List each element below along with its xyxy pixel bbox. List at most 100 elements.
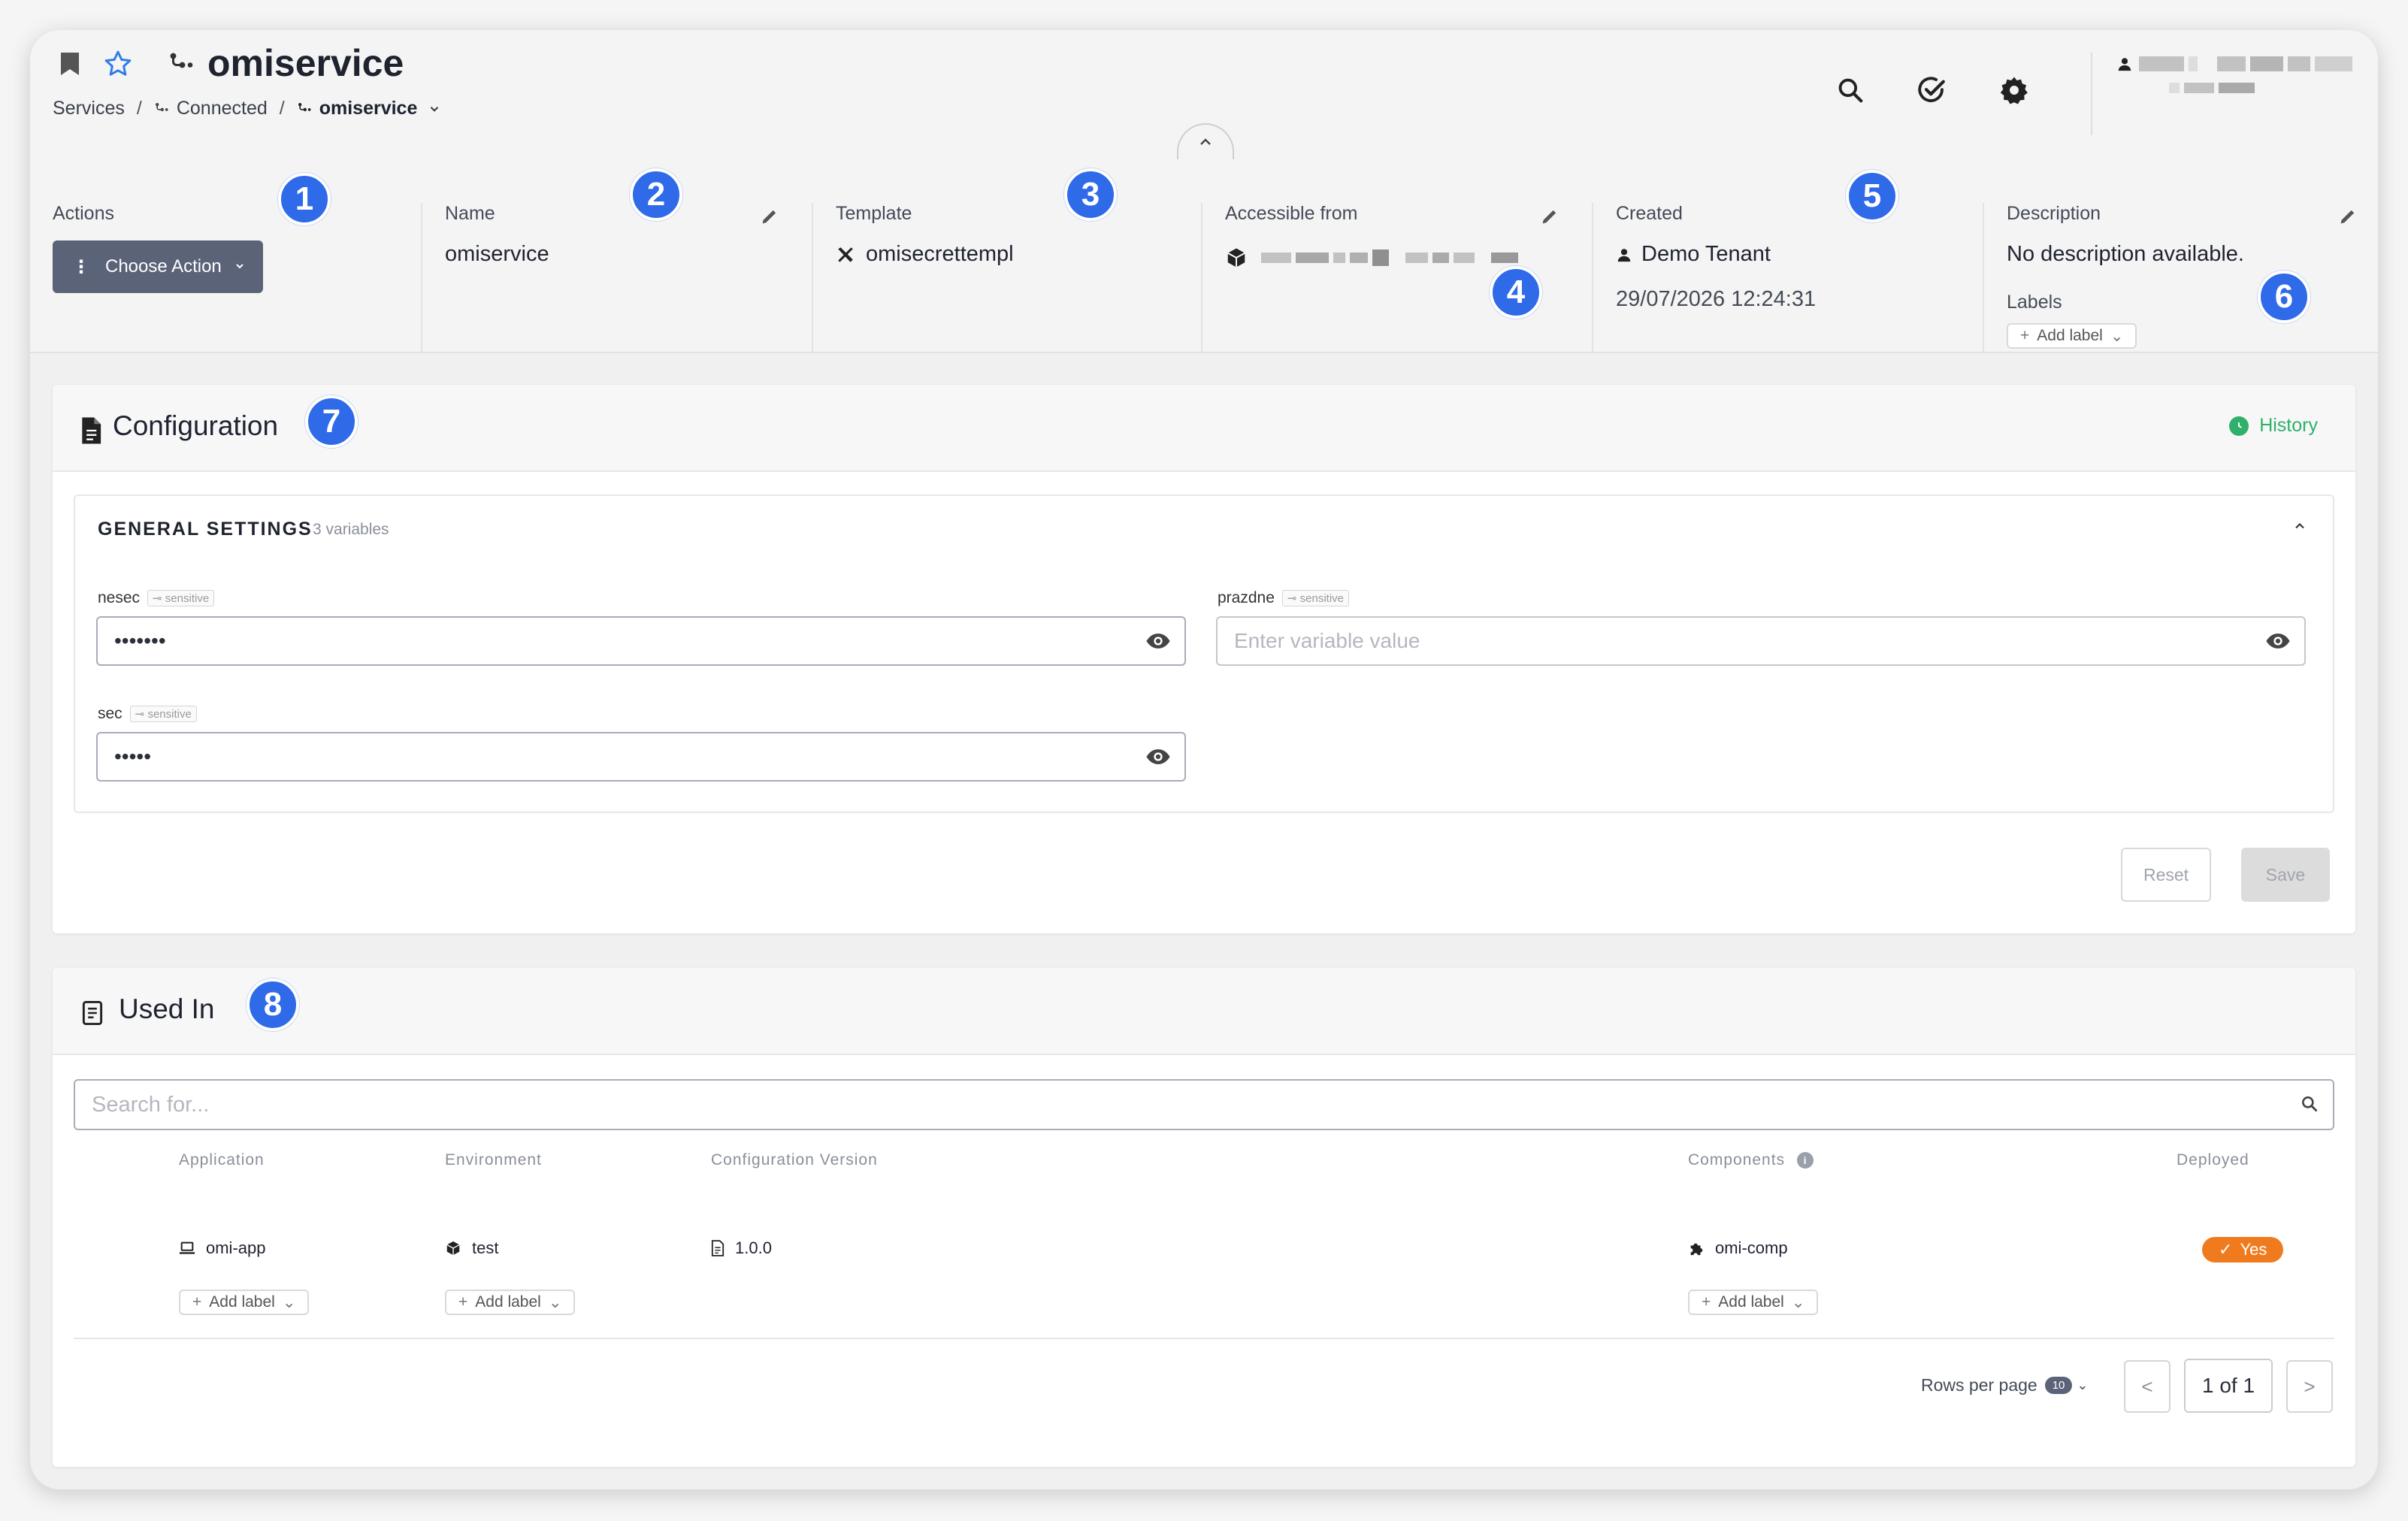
prazdne-input[interactable]: Enter variable value: [1216, 616, 2306, 666]
edit-name-icon[interactable]: [759, 206, 782, 228]
search-icon[interactable]: [2300, 1094, 2319, 1120]
sensitive-tag: ⊸ sensitive: [1281, 590, 1349, 606]
annotation-badge-3: 3: [1064, 168, 1117, 221]
search-icon[interactable]: [1828, 68, 1873, 113]
rows-per-page-selector[interactable]: Rows per page 10 ⌄: [1921, 1375, 2088, 1396]
eye-icon[interactable]: [1145, 631, 1171, 656]
list-document-icon: [81, 1001, 104, 1029]
column-header-application[interactable]: Application: [179, 1151, 265, 1169]
field-label-sec: sec ⊸ sensitive: [98, 705, 197, 723]
description-value: No description available.: [2007, 242, 2244, 266]
chevron-down-icon[interactable]: [428, 102, 441, 116]
breadcrumb-separator: /: [136, 98, 142, 119]
check-circle-icon[interactable]: [1909, 68, 1954, 113]
add-label-text: Add label: [2037, 327, 2103, 344]
labels-label: Labels: [2007, 292, 2062, 313]
rows-per-page-value: 10: [2044, 1377, 2073, 1394]
components-header-text: Components: [1688, 1151, 1786, 1169]
history-link[interactable]: History: [2229, 415, 2318, 437]
sec-input[interactable]: •••••: [96, 732, 1186, 782]
configuration-header: Configuration History: [53, 385, 2355, 472]
eye-icon[interactable]: [1145, 747, 1171, 772]
next-page-button[interactable]: >: [2286, 1360, 2333, 1413]
table-cell-environment[interactable]: test: [445, 1238, 498, 1258]
section-count: 3 variables: [313, 521, 389, 538]
save-button[interactable]: Save: [2241, 848, 2330, 902]
eye-icon[interactable]: [2265, 631, 2291, 656]
annotation-badge-4: 4: [1490, 266, 1542, 319]
environment-value: test: [472, 1238, 499, 1257]
service-icon: [297, 101, 312, 116]
plus-icon: +: [192, 1293, 202, 1311]
used-in-search-input[interactable]: Search for...: [74, 1079, 2334, 1130]
chevron-down-icon: ⌄: [1791, 1293, 1805, 1311]
page-header: omiservice Services / Connected / omiser…: [30, 30, 2378, 141]
chevron-down-icon: ⌄: [2077, 1377, 2089, 1392]
table-cell-version[interactable]: 1.0.0: [711, 1238, 772, 1258]
add-label-components-button[interactable]: + Add label ⌄: [1688, 1290, 1819, 1315]
reset-button[interactable]: Reset: [2121, 848, 2211, 902]
template-cell: Template omisecrettempl: [813, 203, 1202, 353]
configuration-title: Configuration: [113, 410, 279, 441]
chevron-down-icon: ⌄: [282, 1293, 296, 1311]
breadcrumb-connected[interactable]: Connected: [177, 98, 268, 119]
plus-icon: +: [1702, 1293, 1711, 1311]
table-cell-components[interactable]: omi-comp: [1688, 1238, 1788, 1258]
previous-page-button[interactable]: <: [2124, 1360, 2171, 1413]
table-cell-application[interactable]: omi-app: [179, 1238, 265, 1258]
actions-cell: Actions ⋮ Choose Action: [30, 203, 422, 353]
info-icon[interactable]: i: [1797, 1152, 1814, 1169]
edit-description-icon[interactable]: [2337, 206, 2360, 228]
rows-per-page-label: Rows per page: [1921, 1375, 2037, 1395]
configuration-card: Configuration History GENERAL SETTINGS 3…: [53, 385, 2355, 933]
description-cell: Description No description available. La…: [1984, 203, 2378, 353]
add-label-button[interactable]: + Add label ⌄: [2007, 323, 2137, 349]
service-icon: [162, 45, 200, 83]
sec-value: •••••: [114, 745, 152, 768]
page-indicator: 1 of 1: [2184, 1359, 2273, 1413]
chevron-up-icon[interactable]: [2292, 519, 2307, 537]
created-tenant: Demo Tenant: [1641, 242, 1771, 266]
column-header-components[interactable]: Components i: [1688, 1151, 1814, 1169]
clock-icon: [2229, 416, 2249, 436]
edit-accessible-from-icon[interactable]: [1539, 206, 1562, 228]
nesec-input[interactable]: •••••••: [96, 616, 1186, 666]
used-in-header: Used In: [53, 968, 2355, 1055]
column-header-environment[interactable]: Environment: [445, 1151, 542, 1169]
service-info-strip: Actions ⋮ Choose Action Name omiservice …: [30, 135, 2378, 353]
bookmark-icon[interactable]: [51, 45, 89, 83]
sensitive-tag: ⊸ sensitive: [129, 706, 197, 722]
actions-label: Actions: [53, 203, 114, 224]
chevron-down-icon: ⌄: [548, 1293, 562, 1311]
used-in-card: Used In Search for... Application Enviro…: [53, 968, 2355, 1467]
column-header-deployed[interactable]: Deployed: [2177, 1151, 2249, 1169]
annotation-badge-7: 7: [305, 395, 358, 448]
column-header-configuration-version[interactable]: Configuration Version: [711, 1151, 878, 1169]
header-divider: [2091, 53, 2092, 141]
service-icon: [154, 101, 169, 116]
gear-icon[interactable]: [1992, 68, 2037, 113]
breadcrumb-separator: /: [279, 98, 285, 119]
breadcrumb-services[interactable]: Services: [53, 98, 125, 119]
search-placeholder: Search for...: [92, 1092, 210, 1117]
document-icon: [80, 416, 102, 449]
add-label-text: Add label: [475, 1293, 541, 1311]
name-label: Name: [445, 203, 495, 224]
user-menu[interactable]: [2116, 56, 2357, 95]
deployed-status-badge: ✓ Yes: [2202, 1237, 2284, 1262]
created-cell: Created Demo Tenant 29/07/2026 12:24:31: [1593, 203, 1984, 353]
add-label-environment-button[interactable]: + Add label ⌄: [445, 1290, 576, 1315]
components-value: omi-comp: [1715, 1238, 1788, 1257]
created-date: 29/07/2026 12:24:31: [1616, 287, 1817, 311]
template-value[interactable]: omisecrettempl: [866, 242, 1014, 267]
prazdne-placeholder: Enter variable value: [1234, 629, 1420, 652]
choose-action-button[interactable]: ⋮ Choose Action: [53, 240, 263, 293]
breadcrumb-current[interactable]: omiservice: [319, 98, 418, 119]
template-value-row: omisecrettempl: [836, 242, 1014, 267]
field-name: prazdne: [1218, 589, 1275, 606]
star-icon[interactable]: [99, 45, 137, 83]
description-label: Description: [2007, 203, 2101, 224]
add-label-application-button[interactable]: + Add label ⌄: [179, 1290, 310, 1315]
accessible-from-value: [1225, 246, 1523, 269]
laptop-icon: [179, 1241, 195, 1256]
